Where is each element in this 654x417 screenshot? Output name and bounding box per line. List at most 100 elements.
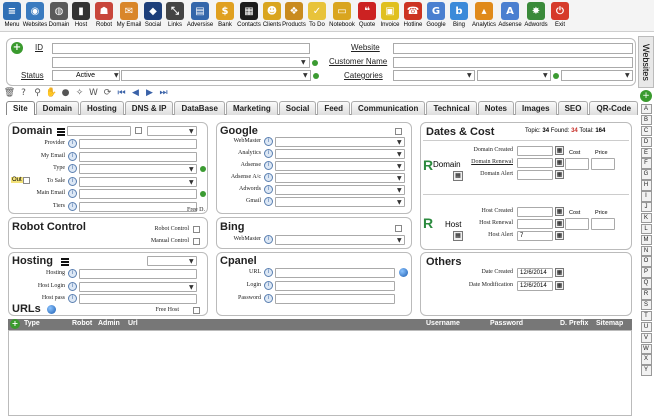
tab-notes[interactable]: Notes [477, 101, 514, 115]
toolbar-advertise-button[interactable]: ▤ Adversise [186, 0, 214, 32]
alpha-filter-a[interactable]: A [640, 104, 652, 115]
menu-icon[interactable] [57, 128, 65, 136]
prev-icon[interactable]: ◀ [130, 88, 141, 99]
info-icon[interactable]: i [264, 149, 273, 158]
cpanel-globe-icon[interactable] [399, 268, 408, 277]
column-type[interactable]: Type [24, 320, 40, 327]
alpha-filter-q[interactable]: Q [640, 278, 652, 289]
alphabet-add-icon[interactable]: + [640, 90, 652, 102]
toolbar-adwords-button[interactable]: ✸ Adwords [522, 0, 550, 32]
toolbar-quote-button[interactable]: ❝ Quote [356, 0, 378, 32]
alpha-filter-d[interactable]: D [640, 136, 652, 148]
toolbar-bank-button[interactable]: $ Bank [214, 0, 236, 32]
info-icon[interactable]: i [68, 294, 77, 303]
type-field[interactable] [79, 164, 197, 174]
tab-domain[interactable]: Domain [35, 101, 80, 115]
column-robot[interactable]: Robot [72, 320, 92, 327]
chevron-down-icon[interactable]: ▼ [189, 258, 194, 265]
toolbar-links-button[interactable]: ⤡ Links [164, 0, 186, 32]
chevron-down-icon[interactable]: ▼ [397, 199, 402, 206]
chevron-down-icon[interactable]: ▼ [467, 72, 472, 79]
date-modification-field[interactable]: 12/6/2014 [517, 281, 553, 291]
first-icon[interactable]: ⏮ [116, 88, 127, 99]
customer-field[interactable] [393, 57, 633, 68]
webmaster-field[interactable] [275, 235, 405, 245]
toolbar-host-button[interactable]: ▮ Host [70, 0, 92, 32]
chevron-down-icon[interactable]: ▼ [303, 72, 308, 79]
alpha-filter-b[interactable]: B [640, 114, 652, 126]
alpha-filter-p[interactable]: P [640, 267, 652, 278]
alpha-filter-f[interactable]: F [640, 158, 652, 169]
domain-alert-field[interactable] [517, 170, 553, 180]
toolbar-websites-button[interactable]: ◉ Websites [22, 0, 48, 32]
toolbar-invoice-button[interactable]: ▣ Invoice [378, 0, 402, 32]
websites-side-tab[interactable]: Websites [638, 36, 654, 88]
status-extra-select[interactable] [121, 70, 311, 81]
chevron-down-icon[interactable]: ▼ [301, 59, 306, 66]
tab-database[interactable]: DataBase [174, 101, 225, 115]
add-dot-icon[interactable] [200, 191, 206, 197]
alpha-filter-m[interactable]: M [640, 234, 652, 246]
alpha-filter-j[interactable]: J [640, 202, 652, 213]
chevron-down-icon[interactable]: ▼ [114, 72, 119, 79]
alpha-filter-s[interactable]: S [640, 300, 652, 311]
login-field[interactable] [275, 281, 395, 291]
chevron-down-icon[interactable]: ▼ [397, 139, 402, 146]
toolbar-menu-button[interactable]: ≡ Menu [2, 0, 22, 32]
info-icon[interactable]: i [68, 139, 77, 148]
domain-price-field[interactable] [591, 158, 615, 170]
domain-created-field[interactable] [517, 146, 553, 156]
info-icon[interactable]: i [264, 268, 273, 277]
tab-feed[interactable]: Feed [317, 101, 350, 115]
tab-images[interactable]: Images [514, 101, 557, 115]
host-renewal-field[interactable] [517, 219, 553, 229]
alpha-filter-g[interactable]: G [640, 169, 652, 180]
category-select-3[interactable] [561, 70, 633, 81]
adsense-a-c-field[interactable] [275, 173, 405, 183]
info-icon[interactable]: i [264, 235, 273, 244]
add-dot-icon[interactable] [313, 73, 319, 79]
status-select[interactable]: Active [52, 70, 120, 81]
provider-field[interactable] [79, 139, 197, 149]
out-checkbox[interactable] [23, 177, 30, 184]
chevron-down-icon[interactable]: ▼ [189, 179, 194, 186]
calendar-icon[interactable]: ▦ [555, 268, 564, 277]
host-cost-field[interactable] [565, 218, 589, 230]
info-icon[interactable]: i [264, 185, 273, 194]
domain-field[interactable] [67, 126, 131, 136]
toolbar-bing-button[interactable]: b Bing [448, 0, 470, 32]
chevron-down-icon[interactable]: ▼ [397, 163, 402, 170]
info-icon[interactable]: i [68, 176, 77, 186]
category-select-1[interactable] [393, 70, 475, 81]
whois-icon[interactable]: W [88, 88, 99, 99]
alpha-filter-c[interactable]: C [640, 125, 652, 137]
chevron-down-icon[interactable]: ▼ [189, 166, 194, 173]
host-pass-field[interactable] [79, 294, 197, 304]
host-created-field[interactable] [517, 207, 553, 217]
tab-site[interactable]: Site [6, 101, 35, 115]
info-icon[interactable]: i [68, 151, 77, 161]
id-extra-field[interactable] [52, 57, 310, 68]
calendar-icon[interactable]: ▦ [555, 231, 564, 240]
alpha-filter-l[interactable]: L [640, 223, 652, 235]
chevron-down-icon[interactable]: ▼ [189, 284, 194, 291]
chevron-down-icon[interactable]: ▼ [397, 175, 402, 182]
alpha-filter-v[interactable]: V [640, 332, 652, 344]
to-sale-field[interactable] [79, 176, 197, 187]
toolbar-exit-button[interactable]: ⏻ Exit [550, 0, 570, 32]
menu-icon[interactable] [61, 258, 69, 266]
alpha-filter-x[interactable]: X [640, 354, 652, 365]
website-field[interactable] [393, 43, 633, 54]
alpha-filter-h[interactable]: H [640, 180, 652, 191]
info-icon[interactable]: i [68, 281, 77, 291]
column-admin[interactable]: Admin [98, 320, 120, 327]
info-icon[interactable]: i [264, 137, 273, 146]
alpha-filter-u[interactable]: U [640, 321, 652, 333]
search-icon[interactable]: ⚲ [32, 88, 43, 99]
column-password[interactable]: Password [490, 320, 523, 327]
next-icon[interactable]: ▶ [144, 88, 155, 99]
info-icon[interactable]: i [68, 164, 77, 173]
column-url[interactable]: Url [128, 320, 138, 327]
alpha-filter-t[interactable]: T [640, 310, 652, 322]
gmail-field[interactable] [275, 197, 405, 207]
